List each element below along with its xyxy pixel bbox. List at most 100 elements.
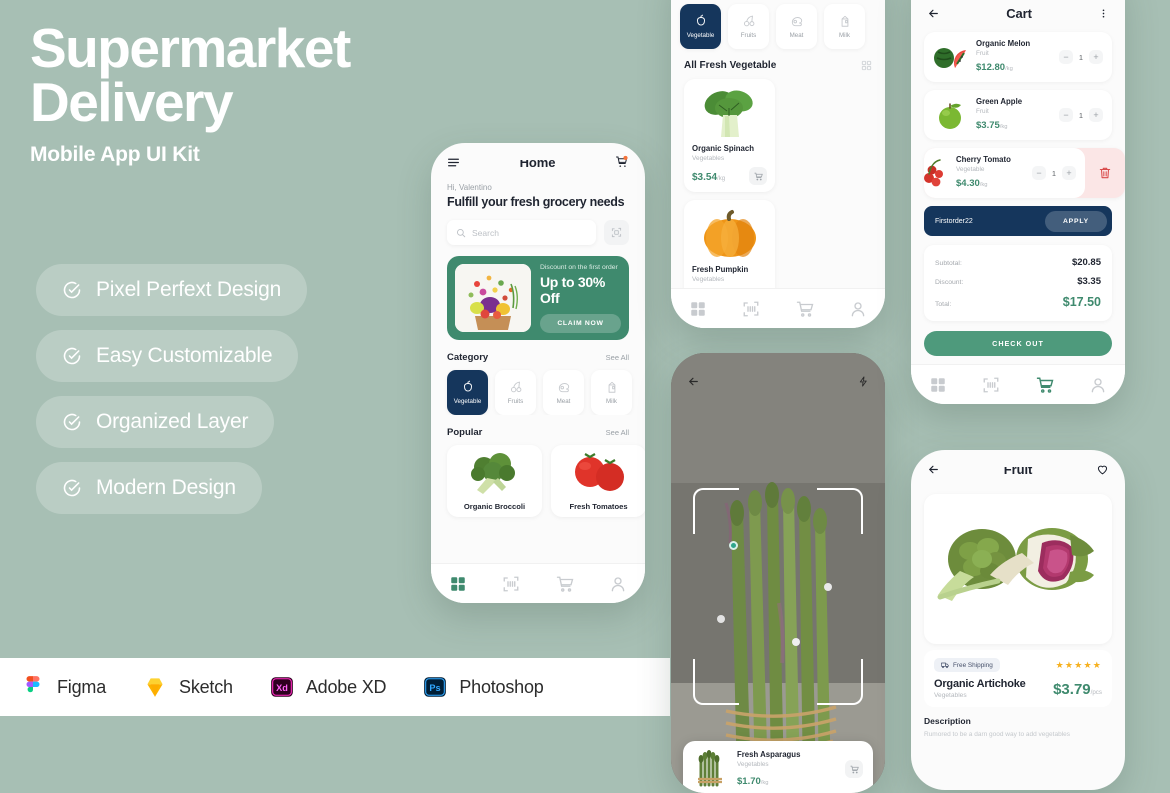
truck-icon	[941, 662, 949, 669]
cart-icon[interactable]	[796, 300, 814, 318]
cart-item-info: Cherry Tomato Vegetable $4.30/kg	[956, 155, 1023, 191]
cart-item-name: Cherry Tomato	[956, 155, 1011, 164]
heart-outline-icon[interactable]	[1096, 463, 1109, 476]
popular-card[interactable]: Organic Broccoli	[447, 445, 542, 517]
cart-item-swiped[interactable]: Cherry Tomato Vegetable $4.30/kg − 1 +	[924, 148, 1125, 198]
search-placeholder: Search	[472, 227, 499, 238]
product-category: Vegetables	[692, 276, 725, 283]
barcode-scan-icon[interactable]	[502, 575, 520, 593]
cherries-icon	[743, 15, 754, 27]
product-card[interactable]: Organic Spinach Vegetables $3.54/kg	[684, 79, 775, 192]
promo-banner[interactable]: Discount on the first order Up to 30% Of…	[447, 256, 629, 340]
person-icon[interactable]	[1089, 376, 1107, 394]
cart-bottom-nav	[911, 364, 1125, 404]
scan-add-to-cart-button[interactable]	[845, 760, 863, 778]
summary-label: Total:	[935, 301, 952, 308]
figma-logo-icon	[26, 676, 40, 693]
grid-home-icon[interactable]	[929, 376, 947, 394]
phone-vegetable-list-screen: Vegetable Fruits Meat Milk All Fresh Veg…	[671, 0, 885, 328]
person-icon[interactable]	[609, 575, 627, 593]
increase-quantity-button[interactable]: +	[1089, 108, 1103, 122]
category-item-vegetable[interactable]: Vegetable	[447, 370, 488, 415]
grid-view-icon[interactable]	[861, 60, 872, 71]
check-circle-icon	[63, 413, 81, 431]
apply-promo-button[interactable]: APPLY	[1044, 210, 1107, 232]
pepper-icon	[463, 380, 472, 392]
trash-icon	[1099, 167, 1111, 179]
cart-icon[interactable]	[1036, 376, 1054, 394]
cart-badge-icon[interactable]	[615, 155, 629, 169]
product-price-block: $3.79/pcs	[1053, 681, 1102, 699]
product-price: $3.54	[692, 172, 718, 183]
checkout-button[interactable]: CHECK OUT	[924, 331, 1112, 356]
barcode-scan-icon[interactable]	[742, 300, 760, 318]
spinach-image	[704, 90, 753, 137]
quantity-stepper[interactable]: − 1 +	[1059, 108, 1103, 122]
back-arrow-icon[interactable]	[927, 463, 940, 476]
tool-photoshop: Ps Photoshop	[422, 674, 544, 700]
phone-scanner-screen: Fresh Asparagus Vegetables $1.70/kg	[671, 353, 885, 793]
category-item-milk[interactable]: Milk	[824, 4, 865, 49]
increase-quantity-button[interactable]: +	[1062, 166, 1076, 180]
tool-label: Sketch	[179, 676, 233, 697]
phone-notch	[966, 450, 1070, 467]
cart-item[interactable]: Green Apple Fruit $3.75/kg − 1 +	[924, 90, 1112, 140]
cart-item-unit: /kg	[999, 124, 1008, 130]
product-name-block: Organic Artichoke Vegetables	[934, 672, 1026, 699]
quantity-value: 1	[1078, 110, 1084, 120]
phone-cart-screen: Cart Organic Melon Fruit $12.80/kg − 1 +	[911, 0, 1125, 404]
quantity-stepper[interactable]: − 1 +	[1032, 166, 1076, 180]
cart-item[interactable]: Cherry Tomato Vegetable $4.30/kg − 1 +	[924, 148, 1085, 198]
flash-icon[interactable]	[858, 375, 869, 388]
decrease-quantity-button[interactable]: −	[1059, 108, 1073, 122]
popular-see-all[interactable]: See All	[606, 428, 629, 437]
banner-headline: Up to 30% Off	[540, 273, 605, 306]
cart-title: Cart	[1006, 5, 1032, 21]
feature-pill-label: Pixel Perfext Design	[96, 278, 282, 301]
grid-home-icon[interactable]	[689, 300, 707, 318]
asparagus-thumbnail	[693, 749, 727, 789]
category-label: Milk	[839, 32, 850, 39]
back-arrow-icon[interactable]	[687, 375, 700, 388]
category-item-milk[interactable]: Milk	[591, 370, 632, 415]
back-arrow-icon[interactable]	[927, 7, 940, 20]
popular-card[interactable]: Fresh Tomatoes	[551, 445, 645, 517]
claim-now-button[interactable]: CLAIM NOW	[540, 313, 621, 333]
decrease-quantity-button[interactable]: −	[1059, 50, 1073, 64]
cart-item[interactable]: Organic Melon Fruit $12.80/kg − 1 +	[924, 32, 1112, 82]
person-icon[interactable]	[849, 300, 867, 318]
delete-item-button[interactable]	[1085, 148, 1125, 198]
product-unit: /pcs	[1090, 689, 1102, 696]
cart-icon[interactable]	[556, 575, 574, 593]
category-item-vegetable[interactable]: Vegetable	[680, 4, 721, 49]
meat-icon	[791, 17, 802, 27]
category-see-all[interactable]: See All	[606, 353, 629, 362]
decrease-quantity-button[interactable]: −	[1032, 166, 1046, 180]
tool-sketch: Sketch	[142, 674, 233, 700]
category-item-meat[interactable]: Meat	[776, 4, 817, 49]
quantity-stepper[interactable]: − 1 +	[1059, 50, 1103, 64]
category-item-meat[interactable]: Meat	[543, 370, 584, 415]
cart-item-price: $12.80	[976, 62, 1006, 73]
summary-value: $3.35	[1077, 276, 1101, 287]
summary-value-total: $17.50	[1062, 295, 1101, 309]
scan-bracket-bottom-right	[817, 659, 863, 705]
category-item-fruits[interactable]: Fruits	[495, 370, 536, 415]
increase-quantity-button[interactable]: +	[1089, 50, 1103, 64]
home-headline: Fulfill your fresh grocery needs	[447, 195, 625, 209]
home-greeting: Hi, Valentino	[447, 183, 492, 192]
cart-item-info: Organic Melon Fruit $12.80/kg	[976, 39, 1050, 75]
add-to-cart-button[interactable]	[749, 167, 767, 185]
more-vertical-icon[interactable]	[1098, 8, 1109, 19]
grid-home-icon[interactable]	[449, 575, 467, 593]
scan-result-card[interactable]: Fresh Asparagus Vegetables $1.70/kg	[683, 741, 873, 793]
category-item-fruits[interactable]: Fruits	[728, 4, 769, 49]
hamburger-menu-icon[interactable]	[447, 156, 460, 169]
check-circle-icon	[63, 281, 81, 299]
scan-button[interactable]	[604, 220, 629, 245]
promo-code-bar[interactable]: Firstorder22 APPLY	[924, 206, 1112, 236]
home-search-row: Search	[431, 209, 645, 245]
barcode-scan-icon[interactable]	[982, 376, 1000, 394]
product-category: Vegetables	[692, 155, 725, 162]
search-input[interactable]: Search	[447, 220, 596, 245]
